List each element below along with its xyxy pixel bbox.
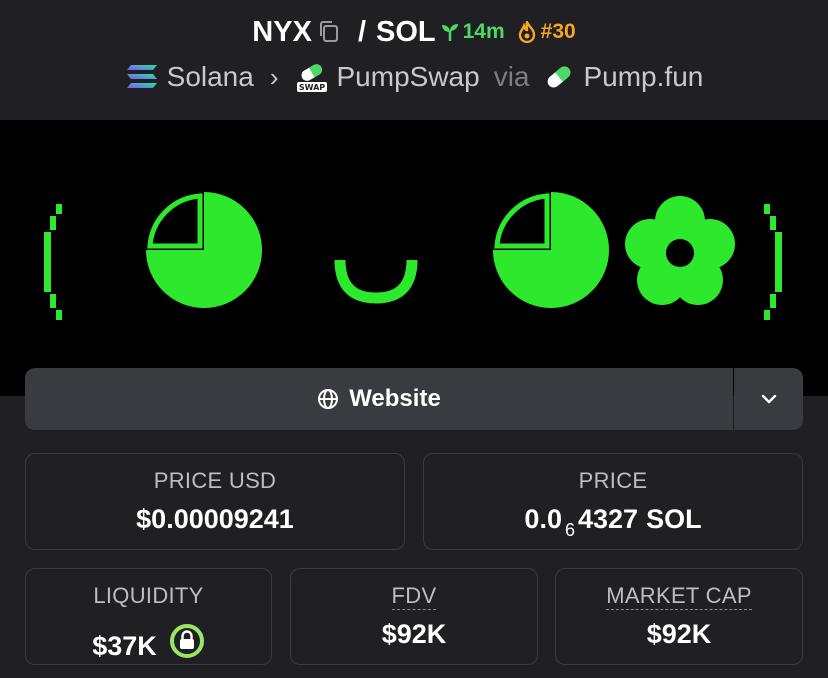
chain-link[interactable]: Solana — [125, 61, 254, 93]
fdv-label[interactable]: FDV — [291, 583, 537, 610]
sprout-icon — [441, 24, 458, 41]
chevron-down-icon — [761, 394, 776, 404]
pump-fun-pill-icon — [548, 66, 571, 88]
website-label: Website — [349, 385, 441, 412]
token-banner-image — [0, 120, 828, 396]
chevron-right-icon: › — [269, 61, 279, 92]
price-label: PRICE — [578, 468, 648, 493]
svg-text:SWAP: SWAP — [298, 83, 324, 92]
price-prefix: 0.0 — [524, 504, 562, 534]
base-symbol: NYX — [252, 15, 312, 48]
flame-icon — [518, 21, 535, 43]
age-badge: 14m — [440, 20, 505, 44]
trending-rank-badge[interactable]: #30 — [517, 20, 576, 44]
pumpswap-icon: SWAP — [296, 64, 327, 92]
quote-symbol: SOL — [376, 15, 436, 48]
price-digits: 4327 — [577, 504, 639, 534]
launchpad-label: Pump.fun — [583, 61, 704, 92]
pair-title: NYX / SOL 14m #30 — [0, 12, 828, 52]
breadcrumb: Solana › SWAP PumpSwap via Pump.fun — [0, 56, 828, 98]
liquidity-value: $37K — [26, 619, 271, 662]
copy-icon[interactable] — [318, 20, 340, 44]
dex-link[interactable]: SWAP PumpSwap — [295, 61, 480, 93]
website-button[interactable]: Website — [25, 368, 733, 430]
fdv-card: FDV $92K — [290, 568, 538, 665]
market-cap-label[interactable]: MARKET CAP — [556, 583, 802, 610]
price-value: 0.0 6 4327 SOL — [424, 504, 802, 540]
chain-label: Solana — [166, 61, 254, 92]
price-usd-amount: $0.00009241 — [136, 504, 294, 534]
rank-label: #30 — [540, 20, 576, 43]
via-label: via — [493, 61, 530, 92]
market-cap-amount: $92K — [646, 619, 712, 649]
price-usd-card: PRICE USD $0.00009241 — [25, 453, 405, 550]
fdv-amount: $92K — [381, 619, 447, 649]
fdv-label-text: FDV — [391, 583, 437, 610]
lock-icon[interactable] — [169, 623, 205, 659]
price-card: PRICE 0.0 6 4327 SOL — [423, 453, 803, 550]
pair-header: NYX / SOL 14m #30 Solana › SWAP PumpSwap… — [0, 0, 828, 120]
age-label: 14m — [462, 20, 505, 43]
price-zero-count: 6 — [564, 520, 575, 540]
market-cap-value: $92K — [556, 619, 802, 650]
launchpad-link[interactable]: Pump.fun — [543, 61, 703, 93]
liquidity-card: LIQUIDITY $37K — [25, 568, 272, 665]
dex-label: PumpSwap — [336, 61, 480, 92]
liquidity-amount: $37K — [92, 631, 157, 661]
price-usd-label: PRICE USD — [153, 468, 277, 493]
fdv-value: $92K — [291, 619, 537, 650]
price-unit: SOL — [646, 504, 702, 534]
price-usd-value: $0.00009241 — [26, 504, 404, 535]
pair-separator: / — [357, 15, 366, 48]
market-cap-card: MARKET CAP $92K — [555, 568, 803, 665]
market-cap-label-text: MARKET CAP — [606, 583, 752, 610]
solana-icon — [126, 65, 157, 88]
liquidity-label: LIQUIDITY — [93, 583, 204, 608]
globe-icon — [318, 389, 339, 409]
links-dropdown-button[interactable] — [734, 368, 803, 430]
